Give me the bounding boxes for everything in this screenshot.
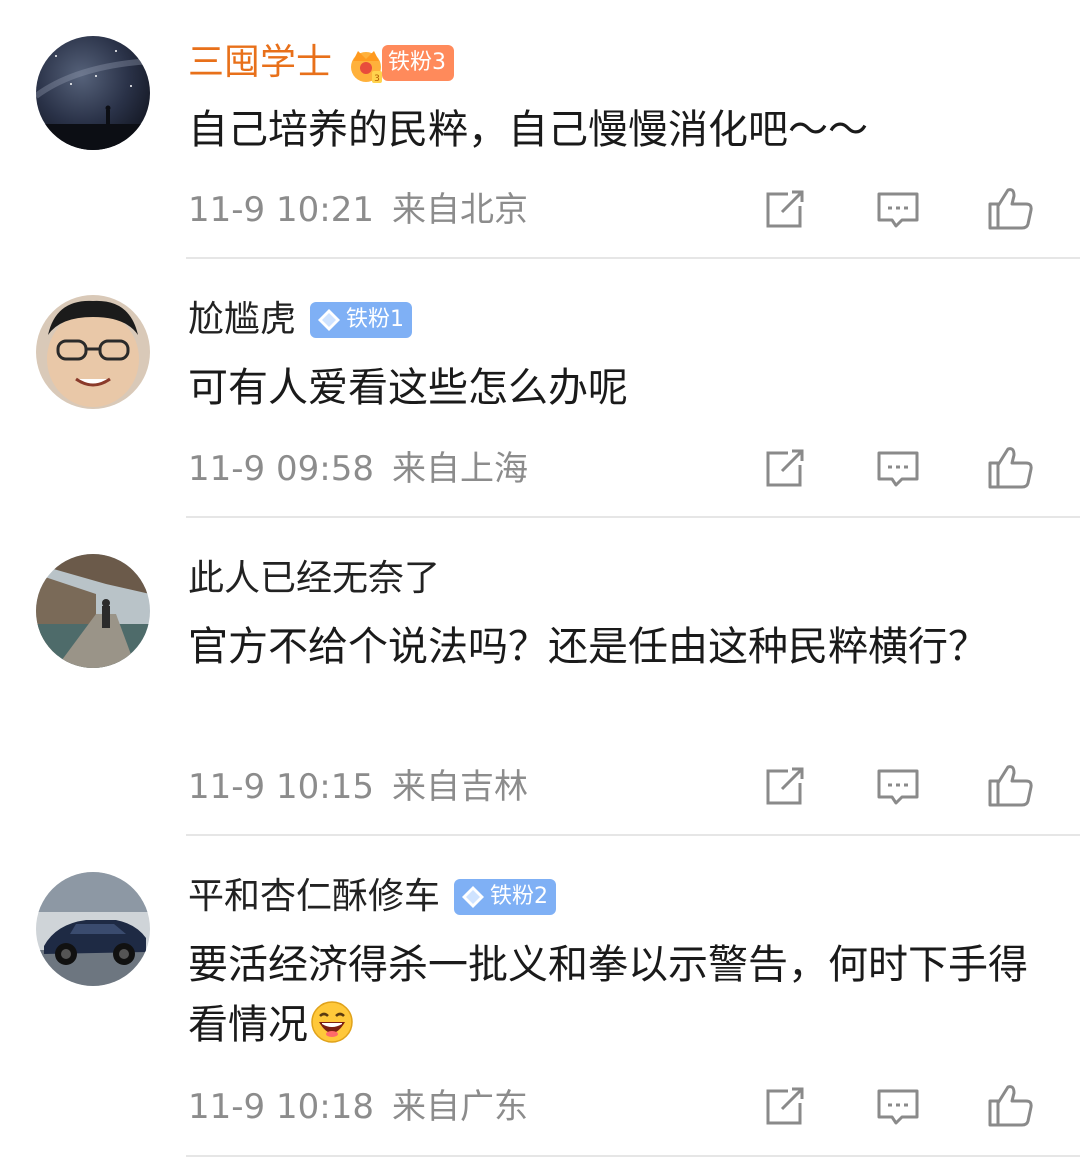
divider — [186, 516, 1080, 518]
comment-location: 来自上海 — [391, 449, 528, 489]
username[interactable]: 平和杏仁酥修车 — [188, 872, 440, 922]
avatar[interactable] — [36, 295, 150, 409]
fan-badge: 铁粉3 — [382, 45, 455, 81]
comment-icon[interactable] — [874, 763, 922, 811]
comment-location: 来自吉林 — [391, 767, 528, 807]
comment-icon[interactable] — [874, 445, 922, 493]
comment-icon[interactable] — [874, 186, 922, 234]
divider — [186, 257, 1080, 259]
like-icon[interactable] — [986, 761, 1034, 809]
diamond-icon — [462, 886, 485, 908]
username[interactable]: 尬尴虎 — [188, 295, 296, 345]
avatar-child-face-image — [36, 295, 150, 409]
avatar[interactable] — [36, 872, 150, 986]
username[interactable]: 三囤学士 — [188, 38, 332, 88]
name-row: 三囤学士 3 铁粉3 — [188, 38, 455, 88]
comment-time: 11-9 10:18 — [188, 1087, 374, 1127]
comment-time: 11-9 10:21 — [188, 190, 374, 230]
comment-time: 11-9 10:15 — [188, 767, 374, 807]
comment-text: 可有人爱看这些怎么办呢 — [188, 365, 628, 411]
name-row: 尬尴虎 铁粉1 — [188, 295, 413, 345]
avatar[interactable] — [36, 36, 150, 150]
comment-text: 自己培养的民粹，自己慢慢消化吧～～ — [188, 107, 868, 153]
like-icon[interactable] — [986, 443, 1034, 491]
comment-meta: 11-9 09:58 来自上海 — [188, 444, 528, 494]
repost-icon[interactable] — [760, 1083, 808, 1131]
username[interactable]: 此人已经无奈了 — [188, 554, 440, 604]
comment-text: 官方不给个说法吗？还是任由这种民粹横行？ — [188, 624, 988, 670]
divider — [186, 1155, 1080, 1157]
repost-icon[interactable] — [760, 186, 808, 234]
comment-location: 来自广东 — [391, 1087, 528, 1127]
fan-badge: 铁粉2 — [454, 879, 557, 915]
name-row: 平和杏仁酥修车 铁粉2 — [188, 872, 557, 922]
avatar[interactable] — [36, 554, 150, 668]
fan-badge: 铁粉1 — [310, 302, 413, 338]
avatar-sports-car-image — [36, 872, 150, 986]
name-row: 此人已经无奈了 — [188, 554, 440, 604]
comment-location: 来自北京 — [391, 190, 528, 230]
avatar-night-sky-image — [36, 36, 150, 150]
laughing-emoji — [311, 1001, 353, 1043]
repost-icon[interactable] — [760, 763, 808, 811]
comment-time: 11-9 09:58 — [188, 449, 374, 489]
like-icon[interactable] — [986, 1081, 1034, 1129]
comment-meta: 11-9 10:18 来自广东 — [188, 1082, 528, 1132]
diamond-icon — [318, 309, 341, 331]
comment-text: 要活经济得杀一批义和拳以示警告，何时下手得看情况 — [188, 942, 1028, 1048]
divider — [186, 834, 1080, 836]
svg-text:3: 3 — [374, 74, 380, 84]
avatar-bridge-walkway-image — [36, 554, 150, 668]
comment-meta: 11-9 10:15 来自吉林 — [188, 762, 528, 812]
like-icon[interactable] — [986, 184, 1034, 232]
comment-icon[interactable] — [874, 1083, 922, 1131]
repost-icon[interactable] — [760, 445, 808, 493]
comment-meta: 11-9 10:21 来自北京 — [188, 185, 528, 235]
